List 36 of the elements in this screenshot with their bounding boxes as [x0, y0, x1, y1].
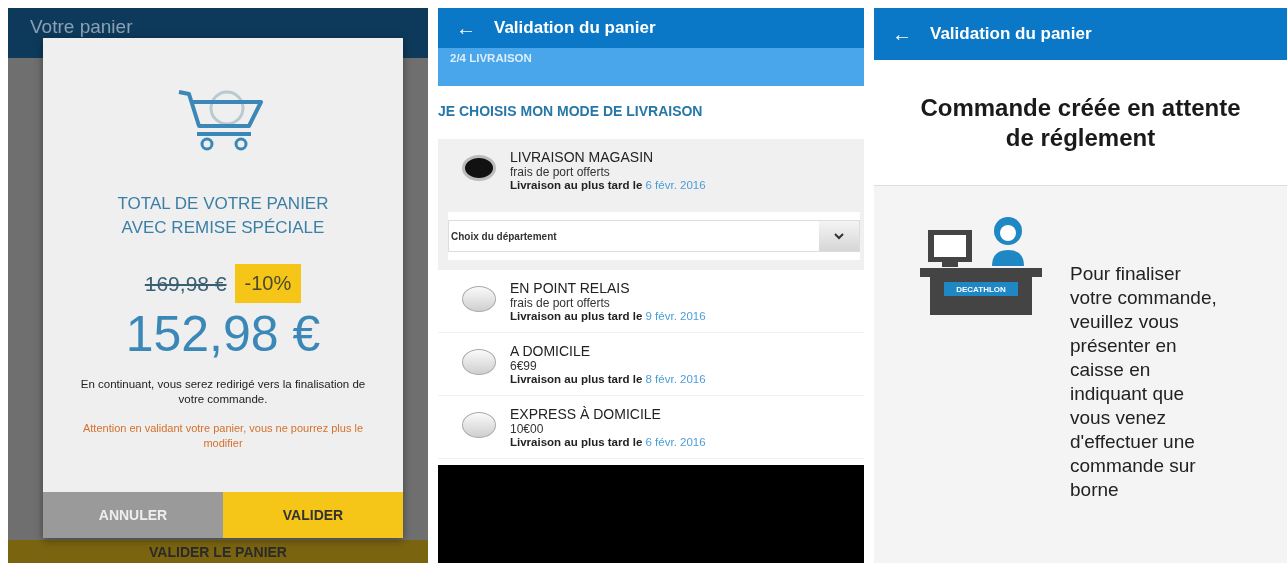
delivery-date: Livraison au plus tard le 9 févr. 2016 [510, 310, 706, 322]
back-icon[interactable]: ← [892, 22, 912, 46]
radio-button[interactable] [462, 155, 496, 181]
step-indicator: 2/4 LIVRAISON [438, 48, 864, 86]
option-name: A DOMICILE [510, 343, 592, 359]
option-price: 10€00 [510, 422, 545, 436]
discount-badge: -10% [234, 264, 302, 303]
radio-button[interactable] [462, 286, 496, 312]
section-heading: JE CHOISIS MON MODE DE LIVRAISON [438, 102, 704, 121]
delivery-date: Livraison au plus tard le 6 févr. 2016 [510, 179, 706, 191]
screen-title: Validation du panier [494, 18, 656, 38]
confirmation-heading: Commande créée en attente de réglement [919, 92, 1242, 153]
radio-button[interactable] [462, 349, 496, 375]
warning-text: Attention en validant votre panier, vous ne pourrez plus le modifier [81, 421, 365, 451]
back-icon[interactable]: ← [456, 16, 476, 40]
option-price: 6€99 [510, 359, 538, 373]
screen-title: Validation du panier [930, 24, 1092, 44]
old-price: 169,98 € [144, 271, 227, 296]
cancel-button[interactable]: ANNULER [43, 492, 223, 538]
option-price: frais de port offerts [510, 165, 611, 179]
option-name: LIVRAISON MAGASIN [510, 149, 655, 165]
screen-title: Votre panier [30, 16, 133, 37]
delivery-date: Livraison au plus tard le 6 févr. 2016 [510, 436, 706, 448]
option-name: EN POINT RELAIS [510, 280, 631, 296]
option-name: EXPRESS À DOMICILE [510, 406, 662, 422]
option-price: frais de port offerts [510, 296, 611, 310]
validate-button[interactable]: VALIDER [223, 492, 403, 538]
total-price: 152,98 € [125, 305, 321, 363]
chevron-icon [834, 232, 844, 240]
radio-button[interactable] [462, 412, 496, 438]
cashier-desk-drawing: DECATHLON [920, 216, 1042, 316]
department-select[interactable]: Choix du département [448, 220, 860, 252]
instruction-text: Pour finaliser votre commande, veuillez vous présenter en caisse en indiquant que vous venez d'effectuer une commande sur borne [1070, 262, 1218, 502]
delivery-date: Livraison au plus tard le 8 févr. 2016 [510, 373, 706, 385]
info-text: En continuant, vous serez redirigé vers la finalisation de votre commande. [79, 377, 367, 407]
dialog-title: TOTAL DE VOTRE PANIER AVEC REMISE SPÉCIALE [117, 193, 329, 239]
